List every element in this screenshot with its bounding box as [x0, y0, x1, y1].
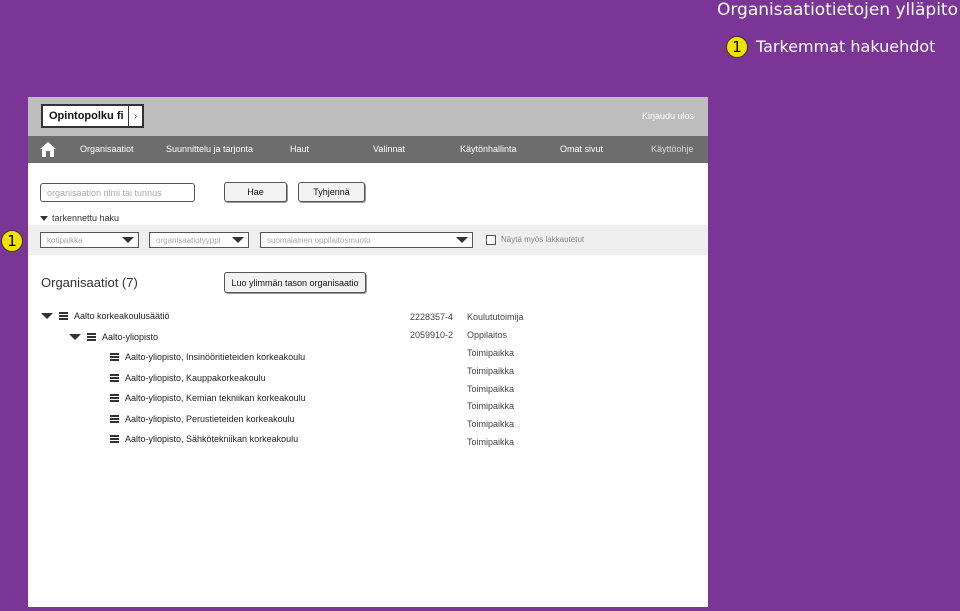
org-type: Koulututoimija — [467, 312, 524, 322]
show-closed-label: Näytä myös lakkautetut — [501, 235, 585, 244]
list-icon — [87, 333, 96, 341]
logo[interactable]: Opintopolku fi › — [41, 104, 144, 128]
page-title: Organisaatiotietojen ylläpito — [716, 0, 958, 20]
org-type: Toimipaikka — [467, 437, 515, 447]
org-type-value: organisaatiotyyppi — [156, 235, 221, 245]
org-name: Aalto-yliopisto — [102, 332, 159, 342]
list-icon — [110, 353, 119, 361]
collapse-icon[interactable] — [69, 334, 81, 340]
org-name: Aalto-yliopisto, Kauppakorkeakoulu — [125, 373, 266, 383]
logo-text: Opintopolku fi — [49, 110, 124, 122]
nav-haut[interactable]: Haut — [290, 144, 309, 154]
main-nav: Organisaatiot Suunnittelu ja tarjonta Ha… — [28, 136, 708, 163]
nav-kayttohallinta[interactable]: Käytönhallinta — [460, 144, 517, 154]
tree-row[interactable]: Aalto-yliopisto, Kauppakorkeakoulu — [110, 373, 266, 383]
org-code: 2228357-4 — [410, 312, 454, 322]
search-input[interactable]: organisaation nimi tai tunnus — [40, 183, 195, 202]
show-closed-checkbox[interactable] — [486, 235, 496, 245]
org-code: 2059910-2 — [410, 330, 454, 340]
tree-row[interactable]: Aalto-yliopisto, Sähkötekniikan korkeako… — [110, 434, 298, 444]
org-type-select[interactable]: organisaatiotyyppi — [149, 232, 249, 248]
logout-link[interactable]: Kirjaudu ulos — [642, 111, 694, 121]
org-name: Aalto-yliopisto, Insinööritieteiden kork… — [125, 352, 306, 362]
nav-suunnittelu[interactable]: Suunnittelu ja tarjonta — [166, 144, 253, 154]
annotation-note: Tarkemmat hakuehdot — [756, 37, 936, 56]
tree-row[interactable]: Aalto-yliopisto, Insinööritieteiden kork… — [110, 352, 305, 362]
org-type: Toimipaikka — [467, 401, 515, 411]
org-type: Oppilaitos — [467, 330, 508, 340]
app-window: Opintopolku fi › Kirjaudu ulos Organisaa… — [28, 97, 708, 607]
nav-kayttoohje[interactable]: Käyttöohje — [651, 144, 694, 154]
language-value: suomalainen oppilaitosmuoto — [267, 235, 371, 245]
language-select[interactable]: suomalainen oppilaitosmuoto — [260, 232, 473, 248]
triangle-down-icon — [40, 215, 48, 221]
tree-row[interactable]: Aalto-yliopisto — [69, 332, 158, 342]
tree-row[interactable]: Aalto korkeakoulusäätiö — [41, 311, 170, 321]
list-icon — [110, 374, 119, 382]
org-name: Aalto korkeakoulusäätiö — [74, 311, 170, 321]
advanced-search-label: tarkennettu haku — [52, 213, 120, 223]
create-top-org-button[interactable]: Luo ylimmän tason organisaatio — [224, 272, 366, 293]
org-type: Toimipaikka — [467, 419, 515, 429]
municipality-select[interactable]: kotipaikka — [40, 232, 139, 248]
municipality-value: kotipaikka — [47, 235, 83, 245]
list-icon — [110, 435, 119, 443]
tree-row[interactable]: Aalto-yliopisto, Perustieteiden korkeako… — [110, 414, 295, 424]
advanced-filters: kotipaikka organisaatiotyyppi suomalaine… — [28, 225, 708, 255]
home-icon[interactable] — [40, 142, 56, 157]
chevron-down-icon — [232, 237, 244, 243]
list-icon — [59, 312, 68, 320]
clear-button[interactable]: Tyhjennä — [298, 182, 365, 202]
organisations-title: Organisaatiot (7) — [41, 275, 138, 290]
tree-row[interactable]: Aalto-yliopisto, Kemian tekniikan korkea… — [110, 393, 306, 403]
list-icon — [110, 415, 119, 423]
top-bar: Opintopolku fi › Kirjaudu ulos — [28, 97, 708, 136]
annotation-marker-filters: 1 — [1, 230, 23, 252]
nav-omat-sivut[interactable]: Omat sivut — [560, 144, 603, 154]
org-name: Aalto-yliopisto, Kemian tekniikan korkea… — [125, 393, 306, 403]
collapse-icon[interactable] — [41, 313, 53, 319]
nav-valinnat[interactable]: Valinnat — [373, 144, 405, 154]
search-button[interactable]: Hae — [224, 182, 287, 202]
nav-organisaatiot[interactable]: Organisaatiot — [80, 144, 134, 154]
chevron-right-icon: › — [128, 106, 142, 126]
org-name: Aalto-yliopisto, Perustieteiden korkeako… — [125, 414, 295, 424]
annotation-marker: 1 — [726, 36, 748, 58]
advanced-search-toggle[interactable]: tarkennettu haku — [40, 213, 119, 223]
org-type: Toimipaikka — [467, 384, 515, 394]
org-type: Toimipaikka — [467, 348, 515, 358]
chevron-down-icon — [456, 237, 468, 243]
org-name: Aalto-yliopisto, Sähkötekniikan korkeako… — [125, 434, 299, 444]
list-icon — [110, 394, 119, 402]
org-type: Toimipaikka — [467, 366, 515, 376]
chevron-down-icon — [122, 237, 134, 243]
